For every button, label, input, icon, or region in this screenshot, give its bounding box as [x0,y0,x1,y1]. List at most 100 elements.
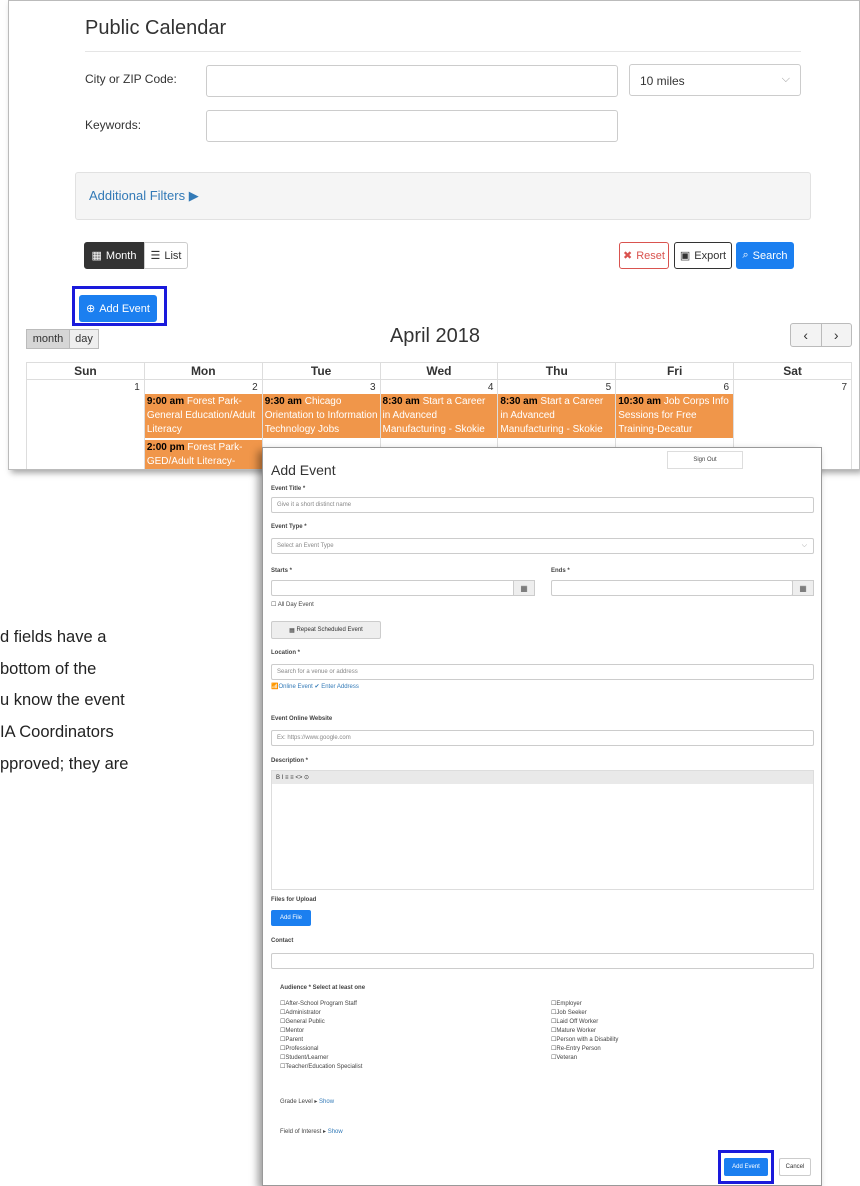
add-file-button[interactable]: Add File [271,910,311,926]
day-number: 4 [487,382,494,393]
cancel-button[interactable]: Cancel [779,1158,811,1176]
audience-checkbox[interactable]: ☐Mature Worker [551,1027,618,1036]
repeat-event-button[interactable]: ▦ Repeat Scheduled Event [271,621,381,639]
audience-checkbox[interactable]: ☐Parent [280,1036,362,1045]
contact-input[interactable] [271,953,814,969]
location-label: Location * [271,650,301,656]
website-input[interactable]: Ex: https://www.google.com [271,730,814,746]
caret-right-icon: ▶ [188,188,199,203]
calendar-event[interactable]: 9:00 am Forest Park-General Education/Ad… [144,394,262,438]
calendar-icon[interactable]: ▦ [792,580,814,596]
event-title-input[interactable]: Give it a short distinct name [271,497,814,513]
audience-checkbox[interactable]: ☐Laid Off Worker [551,1018,618,1027]
day-number: 1 [134,382,140,393]
location-options-link[interactable]: 📶Online Event ✔ Enter Address [271,683,359,690]
keywords-input[interactable] [206,110,618,142]
audience-label: Audience * Select at least one [280,985,366,991]
audience-option: Employer [556,1001,582,1007]
audience-option: Student/Learner [285,1055,329,1061]
audience-checkbox[interactable]: ☐Student/Learner [280,1054,362,1063]
website-placeholder: Ex: https://www.google.com [277,735,351,741]
audience-checkbox[interactable]: ☐After-School Program Staff [280,1000,362,1009]
audience-option: Veteran [556,1055,578,1061]
audience-option: General Public [285,1019,325,1025]
event-time: 8:30 am [382,396,420,407]
list-view-label: List [164,249,182,262]
audience-checkbox[interactable]: ☐Teacher/Education Specialist [280,1063,362,1072]
day-number: 7 [841,382,847,393]
additional-filters-panel[interactable]: Additional Filters ▶ [75,172,811,220]
audience-checkbox[interactable]: ☐General Public [280,1018,362,1027]
all-day-checkbox[interactable]: ☐ All Day Event [271,601,314,608]
day-number: 6 [723,382,730,393]
audience-option: Mature Worker [556,1028,596,1034]
event-title-placeholder: Give it a short distinct name [277,502,352,508]
calendar-nav: ‹ › [790,323,852,347]
field-of-interest-show-link[interactable]: Show [328,1129,343,1135]
city-label: City or ZIP Code: [85,72,177,86]
chevron-down-icon: ⌵ [801,542,807,549]
files-label: Files for Upload [271,897,317,903]
audience-right-list: ☐Employer ☐Job Seeker ☐Laid Off Worker ☐… [551,1000,618,1063]
audience-checkbox[interactable]: ☐Mentor [280,1027,362,1036]
list-view-button[interactable]: ☰ List [144,242,188,269]
audience-checkbox[interactable]: ☐Employer [551,1000,618,1009]
weekday-header: Tue [261,362,381,380]
day-number: 2 [252,382,258,393]
bg-line-2: bottom of the [0,660,97,678]
event-type-select[interactable]: Select an Event Type ⌵ [271,538,814,554]
location-placeholder: Search for a venue or address [277,669,358,675]
calendar-icon: ▦ [289,627,295,634]
next-month-button[interactable]: › [820,324,852,346]
ends-input[interactable] [551,580,793,596]
audience-checkbox[interactable]: ☐Administrator [280,1009,362,1018]
calendar-event[interactable]: 2:00 pm Forest Park-GED/Adult Literacy- [144,440,262,469]
calendar-icon: ▦ [91,250,102,262]
starts-input[interactable] [271,580,521,596]
repeat-label: Repeat Scheduled Event [296,627,363,633]
audience-checkbox[interactable]: ☐Person with a Disability [551,1036,618,1045]
audience-option: Administrator [285,1010,321,1016]
calendar-event[interactable]: 9:30 am Chicago Orientation to Informati… [262,394,380,438]
event-time: 2:00 pm [146,442,185,453]
search-button[interactable]: ⌕ Search [736,242,794,269]
bg-line-1: d fields have a [0,628,107,646]
website-label: Event Online Website [271,716,333,722]
audience-checkbox[interactable]: ☐Professional [280,1045,362,1054]
editor-toolbar[interactable]: B I ≡ ≡ <> ⊙ [272,771,813,784]
distance-select[interactable]: 10 miles ⌵ [629,64,801,96]
bg-line-4: IA Coordinators [0,723,114,741]
field-of-interest-label: Field of Interest ▸ [280,1129,327,1135]
title-divider [85,51,801,52]
list-icon: ☰ [150,250,161,262]
audience-checkbox[interactable]: ☐Veteran [551,1054,618,1063]
day-cell[interactable]: 2 9:00 am Forest Park-General Education/… [143,379,263,469]
audience-option: Teacher/Education Specialist [285,1064,363,1070]
event-type-placeholder: Select an Event Type [277,543,334,549]
ends-label: Ends * [551,568,570,574]
reset-label: Reset [636,249,665,262]
reset-button[interactable]: ✖ Reset [619,242,669,269]
additional-filters-toggle[interactable]: Additional Filters ▶ [89,188,199,204]
day-cell[interactable]: 1 [26,379,145,469]
bg-line-5: pproved; they are [0,755,129,773]
grade-level-show-link[interactable]: Show [319,1099,334,1105]
calendar-event[interactable]: 8:30 am Start a Career in Advanced Manuf… [498,394,616,438]
calendar-icon[interactable]: ▦ [513,580,535,596]
city-input[interactable] [206,65,618,97]
calendar-event[interactable]: 10:30 am Job Corps Info Sessions for Fre… [616,394,734,438]
audience-checkbox[interactable]: ☐Job Seeker [551,1009,618,1018]
description-editor[interactable]: B I ≡ ≡ <> ⊙ [271,770,814,890]
field-of-interest-row: Field of Interest ▸ Show [280,1128,343,1135]
export-button[interactable]: ▣ Export [674,242,732,269]
location-input[interactable]: Search for a venue or address [271,664,814,680]
calendar-event[interactable]: 8:30 am Start a Career in Advanced Manuf… [380,394,498,438]
month-view-button[interactable]: ▦ Month [84,242,144,269]
prev-month-button[interactable]: ‹ [791,324,821,346]
contact-label: Contact [271,938,294,944]
weekday-header: Wed [379,362,499,380]
day-number: 3 [369,382,376,393]
page-title: Public Calendar [85,17,227,39]
audience-checkbox[interactable]: ☐Re-Entry Person [551,1045,618,1054]
sign-out-chip[interactable]: Sign Out [667,451,743,469]
